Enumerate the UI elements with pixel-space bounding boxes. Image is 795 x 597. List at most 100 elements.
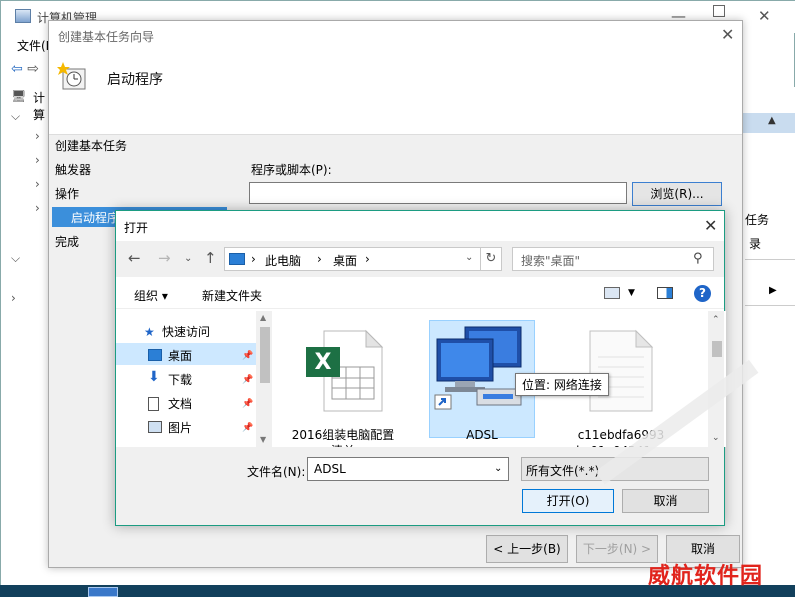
program-script-label: 程序或脚本(P): xyxy=(251,163,332,177)
svg-text:X: X xyxy=(315,350,332,375)
scroll-up-icon[interactable]: ⌃ xyxy=(712,315,720,325)
chevron-right-icon[interactable]: › xyxy=(35,177,40,191)
chevron-down-icon[interactable]: ⌵ xyxy=(11,251,20,266)
chevron-down-icon[interactable]: ▼ xyxy=(628,288,635,298)
files-scrollbar-thumb[interactable] xyxy=(712,341,722,357)
chevron-right-icon[interactable]: › xyxy=(35,201,40,215)
close-icon[interactable]: ✕ xyxy=(758,7,771,25)
back-arrow-icon[interactable]: ← xyxy=(128,249,141,267)
divider xyxy=(745,259,795,260)
search-input[interactable]: 搜索"桌面" ⚲ xyxy=(512,247,714,271)
taskbar-app-icon[interactable] xyxy=(88,587,118,597)
scroll-down-icon[interactable]: ⌄ xyxy=(712,433,720,443)
navigation-pane: ★ 快速访问 桌面 📌 ⬇ 下载 📌 文档 📌 图片 📌 ▲ ▼ xyxy=(116,311,272,447)
cm-action-item[interactable]: 录 xyxy=(749,235,761,252)
filetype-value: 所有文件(*.*) xyxy=(526,464,600,478)
chevron-down-icon[interactable]: ⌵ xyxy=(11,109,20,124)
open-button[interactable]: 打开(O) xyxy=(522,489,614,513)
scroll-up-icon[interactable]: ▲ xyxy=(260,313,266,322)
program-script-input[interactable] xyxy=(249,182,627,204)
breadcrumb-separator-icon[interactable]: › xyxy=(365,252,370,266)
divider xyxy=(745,305,795,306)
forward-arrow-icon[interactable]: → xyxy=(158,249,171,267)
watermark: 威航软件园 xyxy=(648,563,764,589)
nav-item-downloads[interactable]: 下载 xyxy=(168,371,192,388)
blank-file-icon xyxy=(589,329,654,412)
help-icon[interactable]: ? xyxy=(694,285,711,302)
wizard-titlebar: 创建基本任务向导 ✕ xyxy=(49,21,742,49)
open-dialog-navbar: ← → ⌄ ↑ › 此电脑 › 桌面 › ⌄ ↻ 搜索"桌面" ⚲ xyxy=(116,241,724,277)
search-placeholder: 搜索"桌面" xyxy=(521,254,581,268)
nav-item-quick-access[interactable]: 快速访问 xyxy=(162,323,210,340)
this-pc-icon xyxy=(229,253,245,265)
cm-actions-pane xyxy=(743,87,795,587)
scroll-down-icon[interactable]: ▼ xyxy=(260,435,266,444)
pin-icon[interactable]: 📌 xyxy=(242,423,253,433)
pictures-icon xyxy=(148,421,162,433)
file-name: ADSL xyxy=(466,428,498,442)
document-icon xyxy=(148,397,159,411)
chevron-right-icon[interactable]: › xyxy=(35,129,40,143)
open-dialog-title: 打开 xyxy=(124,221,149,235)
open-dialog-titlebar: 打开 ✕ xyxy=(116,211,724,241)
search-icon[interactable]: ⚲ xyxy=(693,251,703,266)
file-name: 2016组装电脑配置清单 xyxy=(291,428,395,447)
excel-icon: X xyxy=(306,329,384,412)
wizard-step-create: 创建基本任务 xyxy=(55,139,128,153)
close-icon[interactable]: ✕ xyxy=(704,216,717,235)
address-bar[interactable]: › 此电脑 › 桌面 › ⌄ xyxy=(224,247,490,271)
chevron-right-icon[interactable]: › xyxy=(11,291,16,305)
wizard-step-trigger: 触发器 xyxy=(55,163,92,177)
pin-icon[interactable]: 📌 xyxy=(242,399,253,409)
computer-management-icon xyxy=(15,9,31,23)
back-arrow-icon[interactable]: ⇦ xyxy=(11,61,23,77)
breadcrumb-this-pc[interactable]: 此电脑 xyxy=(265,252,301,269)
chevron-down-icon[interactable]: ⌄ xyxy=(184,253,192,264)
cancel-button[interactable]: 取消 xyxy=(622,489,709,513)
open-dialog-toolbar: 组织 ▾ 新建文件夹 ▼ ? xyxy=(116,279,724,309)
file-tooltip: 位置: 网络连接 xyxy=(515,373,609,396)
cm-action-item[interactable]: 任务 xyxy=(745,211,769,228)
close-icon[interactable]: ✕ xyxy=(721,25,734,44)
new-folder-button[interactable]: 新建文件夹 xyxy=(202,287,262,304)
wizard-step-start-program: 启动程序 xyxy=(71,211,120,225)
star-icon: ★ xyxy=(144,325,155,339)
filename-value: ADSL xyxy=(314,462,346,476)
organize-button[interactable]: 组织 ▾ xyxy=(134,287,168,304)
pin-icon[interactable]: 📌 xyxy=(242,375,253,385)
desktop-icon xyxy=(148,349,162,361)
nav-scrollbar-thumb[interactable] xyxy=(260,327,270,383)
breadcrumb-separator-icon[interactable]: › xyxy=(317,252,322,266)
view-options-icon[interactable] xyxy=(604,287,620,299)
breadcrumb-separator-icon[interactable]: › xyxy=(251,252,256,266)
browse-button[interactable]: 浏览(R)... xyxy=(632,182,722,206)
next-button[interactable]: 下一步(N) > xyxy=(576,535,658,563)
refresh-icon[interactable]: ↻ xyxy=(480,247,502,271)
open-file-dialog: 打开 ✕ ← → ⌄ ↑ › 此电脑 › 桌面 › ⌄ ↻ 搜索"桌面" ⚲ 组… xyxy=(115,210,726,526)
computer-icon: 🖥 xyxy=(11,89,27,103)
breadcrumb-desktop[interactable]: 桌面 xyxy=(333,252,357,269)
cm-toolbar: ⇦ ⇨ xyxy=(11,61,39,77)
wizard-title: 创建基本任务向导 xyxy=(58,30,155,44)
nav-item-pictures[interactable]: 图片 xyxy=(168,419,192,436)
filename-input[interactable]: ADSL ⌄ xyxy=(307,457,509,481)
chevron-right-icon[interactable]: › xyxy=(35,153,40,167)
nav-item-documents[interactable]: 文档 xyxy=(168,395,192,412)
preview-pane-icon[interactable] xyxy=(657,287,673,299)
wizard-step-finish: 完成 xyxy=(55,235,80,249)
file-item[interactable]: X 2016组装电脑配置清单 xyxy=(290,321,396,447)
back-button[interactable]: < 上一步(B) xyxy=(486,535,568,563)
download-icon: ⬇ xyxy=(148,369,160,385)
maximize-icon[interactable] xyxy=(713,5,725,17)
nav-item-desktop[interactable]: 桌面 xyxy=(168,347,192,364)
chevron-down-icon[interactable]: ⌄ xyxy=(494,463,502,474)
pin-icon[interactable]: 📌 xyxy=(242,351,253,361)
wizard-step-action: 操作 xyxy=(55,187,80,201)
network-connection-icon xyxy=(434,326,522,410)
forward-arrow-icon[interactable]: ⇨ xyxy=(27,61,39,77)
up-arrow-icon[interactable]: ↑ xyxy=(204,249,217,267)
task-clock-icon xyxy=(57,62,86,90)
submenu-arrow-icon[interactable]: ▶ xyxy=(769,285,777,296)
collapse-up-icon[interactable]: ▲ xyxy=(768,115,776,126)
chevron-down-icon[interactable]: ⌄ xyxy=(465,252,473,263)
